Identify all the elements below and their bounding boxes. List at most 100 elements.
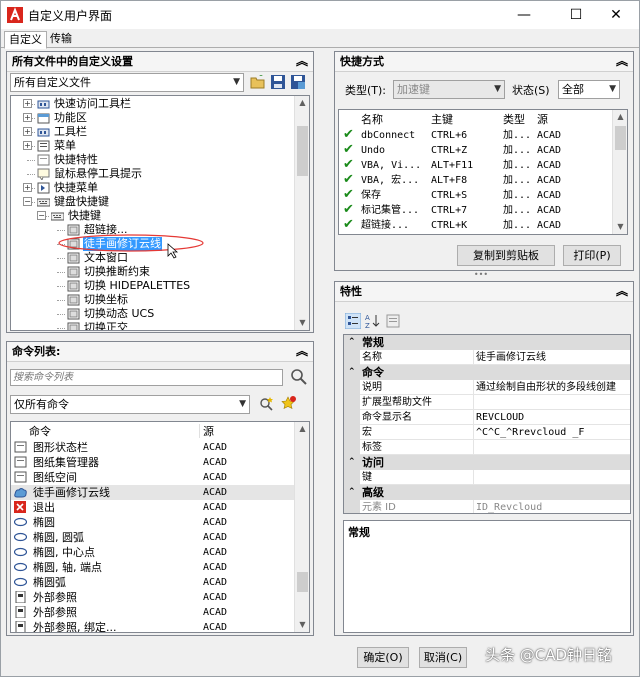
tree-scrollbar[interactable]: ▲ ▼ bbox=[294, 96, 309, 330]
collapse-category-icon[interactable]: ⌃ bbox=[348, 455, 356, 470]
find-command-icon[interactable] bbox=[258, 395, 276, 413]
tab-customize[interactable]: 自定义 bbox=[4, 31, 47, 49]
command-row[interactable]: 椭圆 ACAD bbox=[11, 515, 294, 530]
property-category[interactable]: ⌃ 访问 bbox=[344, 455, 630, 470]
command-search-input[interactable] bbox=[10, 369, 283, 386]
tree-item[interactable]: + 快捷菜单 bbox=[11, 181, 294, 195]
cancel-button[interactable]: 取消(C) bbox=[419, 647, 467, 668]
customization-file-select[interactable]: 所有自定义文件 ▼ bbox=[10, 73, 244, 92]
sort-alphabetical-icon[interactable]: A Z bbox=[364, 313, 380, 329]
save-as-icon[interactable] bbox=[290, 74, 306, 90]
collapse-category-icon[interactable]: ⌃ bbox=[348, 335, 356, 350]
property-pages-icon[interactable] bbox=[385, 313, 401, 329]
tree-item[interactable]: + 快速访问工具栏 bbox=[11, 97, 294, 111]
save-icon[interactable] bbox=[270, 74, 286, 90]
shortcut-row[interactable]: ✔ dbConnect CTRL+6 加... ACAD bbox=[339, 127, 612, 143]
property-category[interactable]: ⌃ 常规 bbox=[344, 335, 630, 350]
expand-toggle-icon[interactable]: + bbox=[23, 113, 32, 122]
copy-to-clipboard-button[interactable]: 复制到剪贴板 bbox=[457, 245, 555, 266]
type-select[interactable]: 加速键 ▼ bbox=[393, 80, 505, 99]
shortcut-row[interactable]: ✔ VBA, Vi... ALT+F11 加... ACAD bbox=[339, 157, 612, 173]
scroll-up-icon[interactable]: ▲ bbox=[295, 96, 309, 110]
collapse-chevron-icon[interactable]: ︽ bbox=[616, 282, 628, 301]
shortcut-grid-scrollbar[interactable]: ▲ ▼ bbox=[612, 110, 627, 234]
collapse-chevron-icon[interactable]: ︽ bbox=[616, 52, 628, 71]
open-file-icon[interactable] bbox=[250, 74, 266, 90]
command-row[interactable]: 外部参照 ACAD bbox=[11, 605, 294, 620]
tree-item[interactable]: − 快捷键 bbox=[11, 209, 294, 223]
categorized-view-icon[interactable] bbox=[345, 313, 361, 329]
command-grid-scrollbar[interactable]: ▲ ▼ bbox=[294, 422, 309, 632]
command-row[interactable]: 图纸集管理器 ACAD bbox=[11, 455, 294, 470]
command-row[interactable]: 椭圆弧 ACAD bbox=[11, 575, 294, 590]
source-column-header[interactable]: 源 bbox=[537, 112, 548, 127]
print-button[interactable]: 打印(P) bbox=[563, 245, 621, 266]
command-row[interactable]: 外部参照, 绑定... ACAD bbox=[11, 620, 294, 632]
command-grid[interactable]: 命令 源 图形状态栏 ACAD 图纸集管理器 ACAD 图纸空间 ACAD 徒手画修订云线 A… bbox=[10, 421, 310, 633]
collapse-chevron-icon[interactable]: ︽ bbox=[296, 342, 308, 361]
property-row[interactable]: 命令显示名 REVCLOUD bbox=[344, 410, 630, 425]
shortcut-row[interactable]: ✔ VBA, 宏... ALT+F8 加... ACAD bbox=[339, 172, 612, 188]
command-row[interactable]: 图纸空间 ACAD bbox=[11, 470, 294, 485]
expand-toggle-icon[interactable]: − bbox=[23, 197, 32, 206]
expand-toggle-icon[interactable]: + bbox=[23, 183, 32, 192]
command-column-header[interactable]: 命令 bbox=[29, 424, 51, 439]
command-row[interactable]: 退出 ACAD bbox=[11, 500, 294, 515]
scroll-down-icon[interactable]: ▼ bbox=[295, 316, 309, 330]
property-row[interactable]: 键 bbox=[344, 470, 630, 485]
property-row[interactable]: 元素 ID ID_Revcloud bbox=[344, 500, 630, 513]
command-row[interactable]: 图形状态栏 ACAD bbox=[11, 440, 294, 455]
property-row[interactable]: 扩展型帮助文件 bbox=[344, 395, 630, 410]
command-row[interactable]: 椭圆, 轴, 端点 ACAD bbox=[11, 560, 294, 575]
tree-item[interactable]: 切换推断约束 bbox=[11, 265, 294, 279]
scroll-thumb[interactable] bbox=[615, 126, 626, 150]
name-column-header[interactable]: 名称 bbox=[361, 112, 383, 127]
command-row[interactable]: 椭圆, 中心点 ACAD bbox=[11, 545, 294, 560]
property-grid[interactable]: ⌃ 常规 名称 徒手画修订云线 ⌃ 命令 说明 通过绘制自由形状的多段线创建 扩展型帮助文件 命令… bbox=[343, 334, 631, 514]
tree-item[interactable]: 切换正交 bbox=[11, 321, 294, 330]
command-row[interactable]: 椭圆, 圆弧 ACAD bbox=[11, 530, 294, 545]
collapse-category-icon[interactable]: ⌃ bbox=[348, 485, 356, 500]
tree-item[interactable]: + 工具栏 bbox=[11, 125, 294, 139]
shortcut-row[interactable]: ✔ 保存 CTRL+S 加... ACAD bbox=[339, 187, 612, 203]
tree-item[interactable]: 切换 HIDEPALETTES bbox=[11, 279, 294, 293]
ok-button[interactable]: 确定(O) bbox=[357, 647, 409, 668]
shortcut-row[interactable]: ✔ Undo CTRL+Z 加... ACAD bbox=[339, 142, 612, 158]
create-command-icon[interactable] bbox=[279, 395, 297, 413]
shortcut-row[interactable]: ✔ 标记集管... CTRL+7 加... ACAD bbox=[339, 202, 612, 218]
shortcut-grid[interactable]: 名称 主键 类型 源 ✔ dbConnect CTRL+6 加... ACAD ✔ Undo… bbox=[338, 109, 628, 235]
tree-item[interactable]: − 键盘快捷键 bbox=[11, 195, 294, 209]
scroll-down-icon[interactable]: ▼ bbox=[613, 220, 627, 234]
key-column-header[interactable]: 主键 bbox=[431, 112, 453, 127]
collapse-category-icon[interactable]: ⌃ bbox=[348, 365, 356, 380]
scroll-down-icon[interactable]: ▼ bbox=[295, 618, 309, 632]
minimize-button[interactable]: — bbox=[501, 1, 547, 29]
tree-item[interactable]: 切换坐标 bbox=[11, 293, 294, 307]
scroll-thumb[interactable] bbox=[297, 572, 308, 592]
search-icon[interactable] bbox=[290, 368, 308, 386]
tree-item[interactable]: + 功能区 bbox=[11, 111, 294, 125]
type-column-header[interactable]: 类型 bbox=[503, 112, 525, 127]
property-row[interactable]: 宏 ^C^C_^Rrevcloud _F bbox=[344, 425, 630, 440]
status-select[interactable]: 全部 ▼ bbox=[558, 80, 620, 99]
close-button[interactable]: ✕ bbox=[593, 1, 639, 29]
splitter-grip-icon[interactable]: ••• bbox=[471, 271, 491, 279]
expand-toggle-icon[interactable]: + bbox=[23, 141, 32, 150]
tree-item[interactable]: 鼠标悬停工具提示 bbox=[11, 167, 294, 182]
tree-item[interactable]: 切换动态 UCS bbox=[11, 307, 294, 321]
customization-tree[interactable]: + 快速访问工具栏 + 功能区 + 工具栏 + 菜单 快捷特性 鼠标悬停工具提示 + 快捷菜单 − 键盘快… bbox=[10, 95, 310, 331]
command-row[interactable]: 徒手画修订云线 ACAD bbox=[11, 485, 294, 500]
tree-item[interactable]: 快捷特性 bbox=[11, 153, 294, 167]
scroll-up-icon[interactable]: ▲ bbox=[613, 110, 627, 124]
property-row[interactable]: 标签 bbox=[344, 440, 630, 455]
property-row[interactable]: 说明 通过绘制自由形状的多段线创建 bbox=[344, 380, 630, 395]
tree-item[interactable]: + 菜单 bbox=[11, 139, 294, 153]
property-category[interactable]: ⌃ 命令 bbox=[344, 365, 630, 380]
scroll-thumb[interactable] bbox=[297, 126, 308, 176]
shortcut-row[interactable]: ✔ 超链接... CTRL+K 加... ACAD bbox=[339, 217, 612, 233]
expand-toggle-icon[interactable]: + bbox=[23, 99, 32, 108]
property-row[interactable]: 名称 徒手画修订云线 bbox=[344, 350, 630, 365]
collapse-chevron-icon[interactable]: ︽ bbox=[296, 52, 308, 71]
property-category[interactable]: ⌃ 高级 bbox=[344, 485, 630, 500]
expand-toggle-icon[interactable]: − bbox=[37, 211, 46, 220]
